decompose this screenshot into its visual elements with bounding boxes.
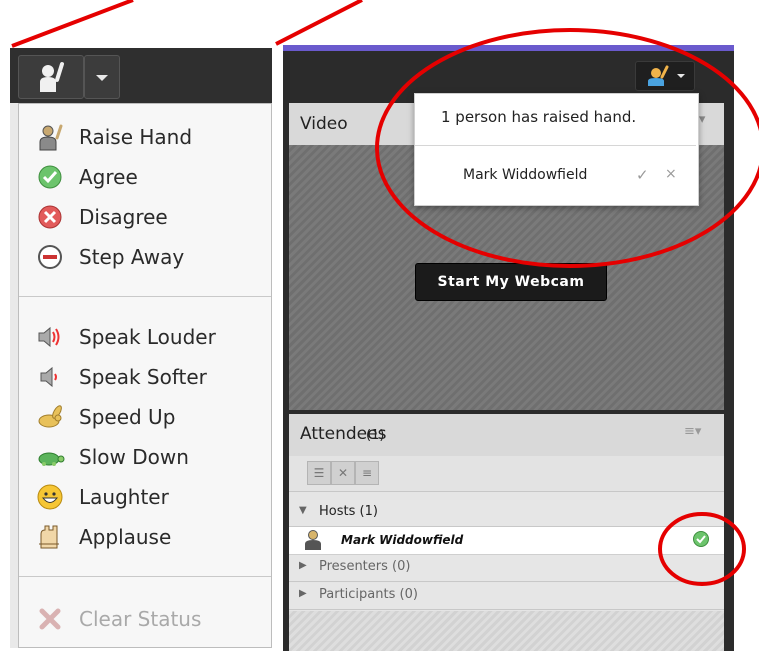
menu-item-slow-down[interactable]: Slow Down (19, 438, 271, 476)
annotation-line (275, 0, 363, 46)
menu-item-laughter[interactable]: Laughter (19, 478, 271, 516)
rabbit-icon (35, 402, 65, 432)
menu-item-label: Step Away (79, 245, 185, 269)
status-menu: Raise Hand Agree Disagree Step Away Spea… (18, 103, 272, 648)
status-dropdown-button[interactable] (84, 55, 120, 99)
menu-item-label: Slow Down (79, 445, 189, 469)
group-label: Hosts (1) (319, 504, 378, 519)
annotation-line (11, 0, 134, 48)
agree-check-icon (35, 162, 65, 192)
menu-divider (19, 296, 271, 297)
turtle-icon (35, 442, 65, 472)
menu-item-agree[interactable]: Agree (19, 158, 271, 196)
clapping-hands-icon (35, 522, 65, 552)
menu-item-speak-louder[interactable]: Speak Louder (19, 318, 271, 356)
menu-divider (19, 576, 271, 577)
menu-item-label: Applause (79, 525, 172, 549)
menu-item-label: Speak Softer (79, 365, 207, 389)
raised-hand-popup-title: 1 person has raised hand. (441, 108, 637, 126)
group-row-participants[interactable]: ▶ Participants (0) (289, 583, 724, 610)
menu-item-label: Speed Up (79, 405, 176, 429)
status-button[interactable] (18, 55, 84, 99)
smiley-icon (35, 482, 65, 512)
raise-hand-icon (35, 122, 65, 152)
raised-hand-indicator-icon (648, 65, 685, 86)
disagree-x-icon (35, 202, 65, 232)
video-pod-title: Video (300, 114, 348, 134)
menu-item-speak-softer[interactable]: Speak Softer (19, 358, 271, 396)
pod-menu-icon[interactable]: ≡▾ (684, 424, 701, 439)
speaker-loud-icon (35, 322, 65, 352)
expand-arrow-icon: ▶ (299, 588, 307, 599)
menu-item-label: Laughter (79, 485, 169, 509)
menu-item-raise-hand[interactable]: Raise Hand (19, 118, 271, 156)
expand-arrow-icon: ▶ (299, 560, 307, 571)
expand-arrow-icon: ▼ (299, 505, 307, 516)
menu-item-speed-up[interactable]: Speed Up (19, 398, 271, 436)
raised-hand-indicator-button[interactable] (635, 61, 695, 91)
menu-item-applause[interactable]: Applause (19, 518, 271, 556)
menu-item-label: Speak Louder (79, 325, 216, 349)
menu-item-label: Raise Hand (79, 125, 193, 149)
speaker-soft-icon (35, 362, 65, 392)
host-attendee-name: Mark Widdowfield (341, 533, 464, 547)
attendees-empty-area (289, 611, 724, 651)
step-away-icon (35, 242, 65, 272)
raise-hand-icon (40, 62, 64, 92)
clear-x-icon (35, 604, 65, 634)
breakout-view-icon[interactable]: ✕ (331, 461, 355, 485)
raised-hand-attendee-name: Mark Widdowfield (463, 167, 588, 183)
group-row-presenters[interactable]: ▶ Presenters (0) (289, 555, 724, 582)
menu-item-disagree[interactable]: Disagree (19, 198, 271, 236)
menu-item-label: Clear Status (79, 607, 202, 631)
group-label: Presenters (0) (319, 559, 411, 574)
group-row-hosts[interactable]: ▼ Hosts (1) (289, 500, 724, 527)
background-app-strip (10, 103, 18, 648)
popup-divider (415, 145, 696, 146)
menu-item-label: Disagree (79, 205, 168, 229)
start-webcam-button[interactable]: Start My Webcam (415, 263, 607, 301)
menu-item-label: Agree (79, 165, 138, 189)
group-label: Participants (0) (319, 587, 418, 602)
list-view-icon[interactable]: ☰ (307, 461, 331, 485)
accent-bar (283, 45, 734, 51)
dismiss-close-icon[interactable]: × (665, 166, 677, 182)
acknowledge-check-icon[interactable]: ✓ (636, 166, 649, 184)
chevron-down-icon (96, 75, 108, 81)
status-view-icon[interactable]: ≡ (355, 461, 379, 485)
menu-item-clear-status: Clear Status (19, 600, 271, 638)
attendees-count: (1) (366, 428, 385, 443)
menu-item-step-away[interactable]: Step Away (19, 238, 271, 276)
agree-status-icon (693, 531, 709, 547)
host-user-icon (305, 530, 321, 550)
